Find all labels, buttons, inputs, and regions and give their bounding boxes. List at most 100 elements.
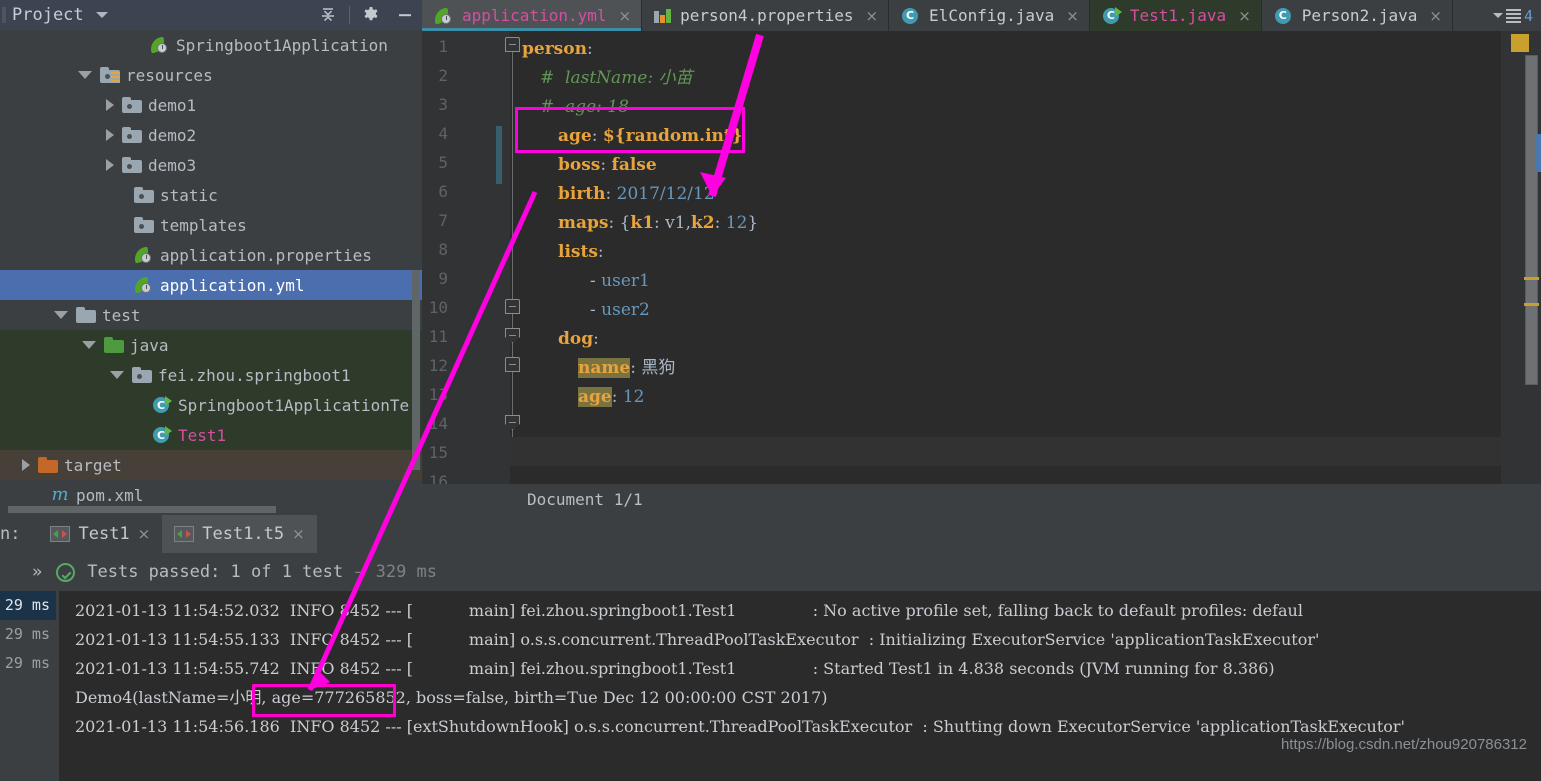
tab-overflow-button[interactable]: 4: [1492, 0, 1541, 31]
code-folding-column[interactable]: [504, 31, 522, 484]
project-tool-window: Project Springboot1Application resources…: [0, 0, 422, 515]
tree-item-test[interactable]: test: [0, 300, 422, 330]
chevron-right-icon[interactable]: [106, 99, 114, 111]
editor-tab-person2-java[interactable]: C Person2.java ×: [1262, 0, 1453, 31]
console-line: 2021-01-13 11:54:56.186 INFO 8452 --- [e…: [75, 717, 1405, 736]
code-token: -: [590, 300, 602, 320]
folder-icon: [122, 127, 142, 143]
tree-item-springboot1application[interactable]: Springboot1Application: [0, 30, 422, 60]
test-passed-icon: [56, 562, 76, 582]
editor-tab-label: application.yml: [462, 6, 607, 25]
console-line: Demo4(lastName=小明, age=777265852, boss=f…: [75, 688, 828, 707]
tree-item-label: target: [64, 455, 122, 475]
code-content[interactable]: person: # lastName: 小苗 # age: 18 age: ${ran…: [522, 31, 1541, 484]
tree-item-java[interactable]: java: [0, 330, 422, 360]
code-token: v1: [665, 213, 686, 233]
chevron-right-icon[interactable]: [106, 159, 114, 171]
close-icon[interactable]: ×: [292, 525, 305, 543]
line-number: 10: [428, 298, 448, 317]
chevron-down-icon[interactable]: [82, 341, 96, 349]
close-icon[interactable]: ×: [619, 7, 632, 25]
chevron-down-icon[interactable]: [110, 371, 124, 379]
console-line: 2021-01-13 11:54:55.133 INFO 8452 --- [ …: [75, 630, 1320, 649]
tree-item-static[interactable]: static: [0, 180, 422, 210]
editor-marker-strip[interactable]: [1501, 31, 1541, 484]
marker-warning[interactable]: [1524, 303, 1539, 306]
close-icon[interactable]: ×: [1066, 7, 1079, 25]
code-token: maps: [558, 213, 609, 233]
editor-tab-test1-java[interactable]: C Test1.java ×: [1089, 0, 1262, 31]
tree-item-demo3[interactable]: demo3: [0, 150, 422, 180]
tree-item-label: fei.zhou.springboot1: [158, 365, 351, 385]
code-token: :: [586, 39, 593, 59]
code-token: boss: [558, 155, 601, 175]
run-tab-test1-t5[interactable]: Test1.t5 ×: [162, 515, 317, 553]
watermark-text: https://blog.csdn.net/zhou920786312: [1280, 736, 1527, 753]
test-duration-cell: 29 ms: [4, 654, 50, 672]
fold-marker-collapse[interactable]: [505, 328, 520, 343]
editor-gutter[interactable]: 1 2 3 4 5 6 7 8 9 10 11 12 13 14 15 16: [422, 31, 510, 484]
chevron-right-icon[interactable]: [22, 459, 30, 471]
fold-marker-expanded[interactable]: [505, 299, 520, 314]
spring-boot-icon: [148, 36, 170, 54]
line-number: 13: [428, 385, 448, 404]
project-tree-horizontal-scrollbar[interactable]: [8, 506, 276, 513]
code-line: person:: [522, 35, 593, 64]
java-test-class-icon: C: [152, 426, 172, 444]
fold-marker-expanded[interactable]: [505, 357, 520, 372]
close-icon[interactable]: ×: [865, 7, 878, 25]
tree-item-resources[interactable]: resources: [0, 60, 422, 90]
code-line: boss: false: [522, 151, 657, 180]
close-icon[interactable]: ×: [1238, 7, 1251, 25]
chevron-down-icon[interactable]: [95, 12, 108, 18]
close-icon[interactable]: ×: [138, 525, 151, 543]
line-number: 11: [428, 327, 448, 346]
code-token: :: [611, 387, 623, 407]
tree-item-demo2[interactable]: demo2: [0, 120, 422, 150]
folder-icon: [132, 367, 152, 383]
code-token: birth: [558, 184, 606, 204]
run-tab-bar: n: Test1 × Test1.t5 ×: [0, 515, 1541, 553]
tree-item-target[interactable]: target: [0, 450, 422, 480]
fold-marker-expanded[interactable]: [505, 37, 520, 52]
code-token: k1: [630, 213, 655, 233]
tree-item-templates[interactable]: templates: [0, 210, 422, 240]
java-class-icon: C: [1274, 7, 1294, 25]
tree-item-test1[interactable]: C Test1: [0, 420, 422, 450]
tree-item-application-yml[interactable]: application.yml: [0, 270, 422, 300]
chevron-right-icon[interactable]: [106, 129, 114, 141]
tree-item-demo1[interactable]: demo1: [0, 90, 422, 120]
java-test-class-icon: C: [152, 396, 172, 414]
expand-chevrons-icon[interactable]: »: [32, 562, 42, 582]
editor-tab-person4-properties[interactable]: person4.properties ×: [642, 0, 890, 31]
gear-icon[interactable]: [354, 0, 388, 30]
tree-item-application-properties[interactable]: application.properties: [0, 240, 422, 270]
inspections-widget-icon[interactable]: [1511, 34, 1529, 52]
editor-tab-application-yml[interactable]: application.yml ×: [422, 0, 643, 31]
project-panel-title: Project: [12, 5, 84, 25]
close-icon[interactable]: ×: [1429, 7, 1442, 25]
fold-marker-collapse[interactable]: [505, 415, 520, 430]
tree-item-label: templates: [160, 215, 247, 235]
line-number: 5: [438, 153, 448, 172]
target-folder-icon: [38, 457, 58, 473]
code-token: :: [600, 155, 612, 175]
collapse-all-icon[interactable]: [311, 0, 345, 30]
tree-item-fei-zhou-springboot1[interactable]: fei.zhou.springboot1: [0, 360, 422, 390]
project-tree-vertical-scrollbar[interactable]: [412, 270, 420, 470]
editor-tab-elconfig-java[interactable]: C ElConfig.java ×: [889, 0, 1090, 31]
project-tree[interactable]: Springboot1Application resources demo1 demo…: [0, 30, 422, 515]
code-editor[interactable]: 1 2 3 4 5 6 7 8 9 10 11 12 13 14 15 16 person: # lastNam…: [422, 31, 1541, 484]
line-number: 7: [438, 211, 448, 230]
chevron-down-icon[interactable]: [78, 71, 92, 79]
code-token: -: [590, 271, 602, 291]
tree-item-label: Springboot1Application: [176, 35, 388, 55]
tree-item-springboot1applicationte[interactable]: C Springboot1ApplicationTe: [0, 390, 422, 420]
minimize-icon[interactable]: [388, 0, 422, 30]
res-folder-icon: [100, 67, 120, 83]
editor-tab-label: Test1.java: [1129, 6, 1227, 25]
chevron-down-icon[interactable]: [54, 311, 68, 319]
marker-warning[interactable]: [1524, 277, 1539, 280]
run-tab-test1[interactable]: Test1 ×: [38, 515, 162, 553]
editor-vertical-scrollbar[interactable]: [1525, 55, 1538, 385]
